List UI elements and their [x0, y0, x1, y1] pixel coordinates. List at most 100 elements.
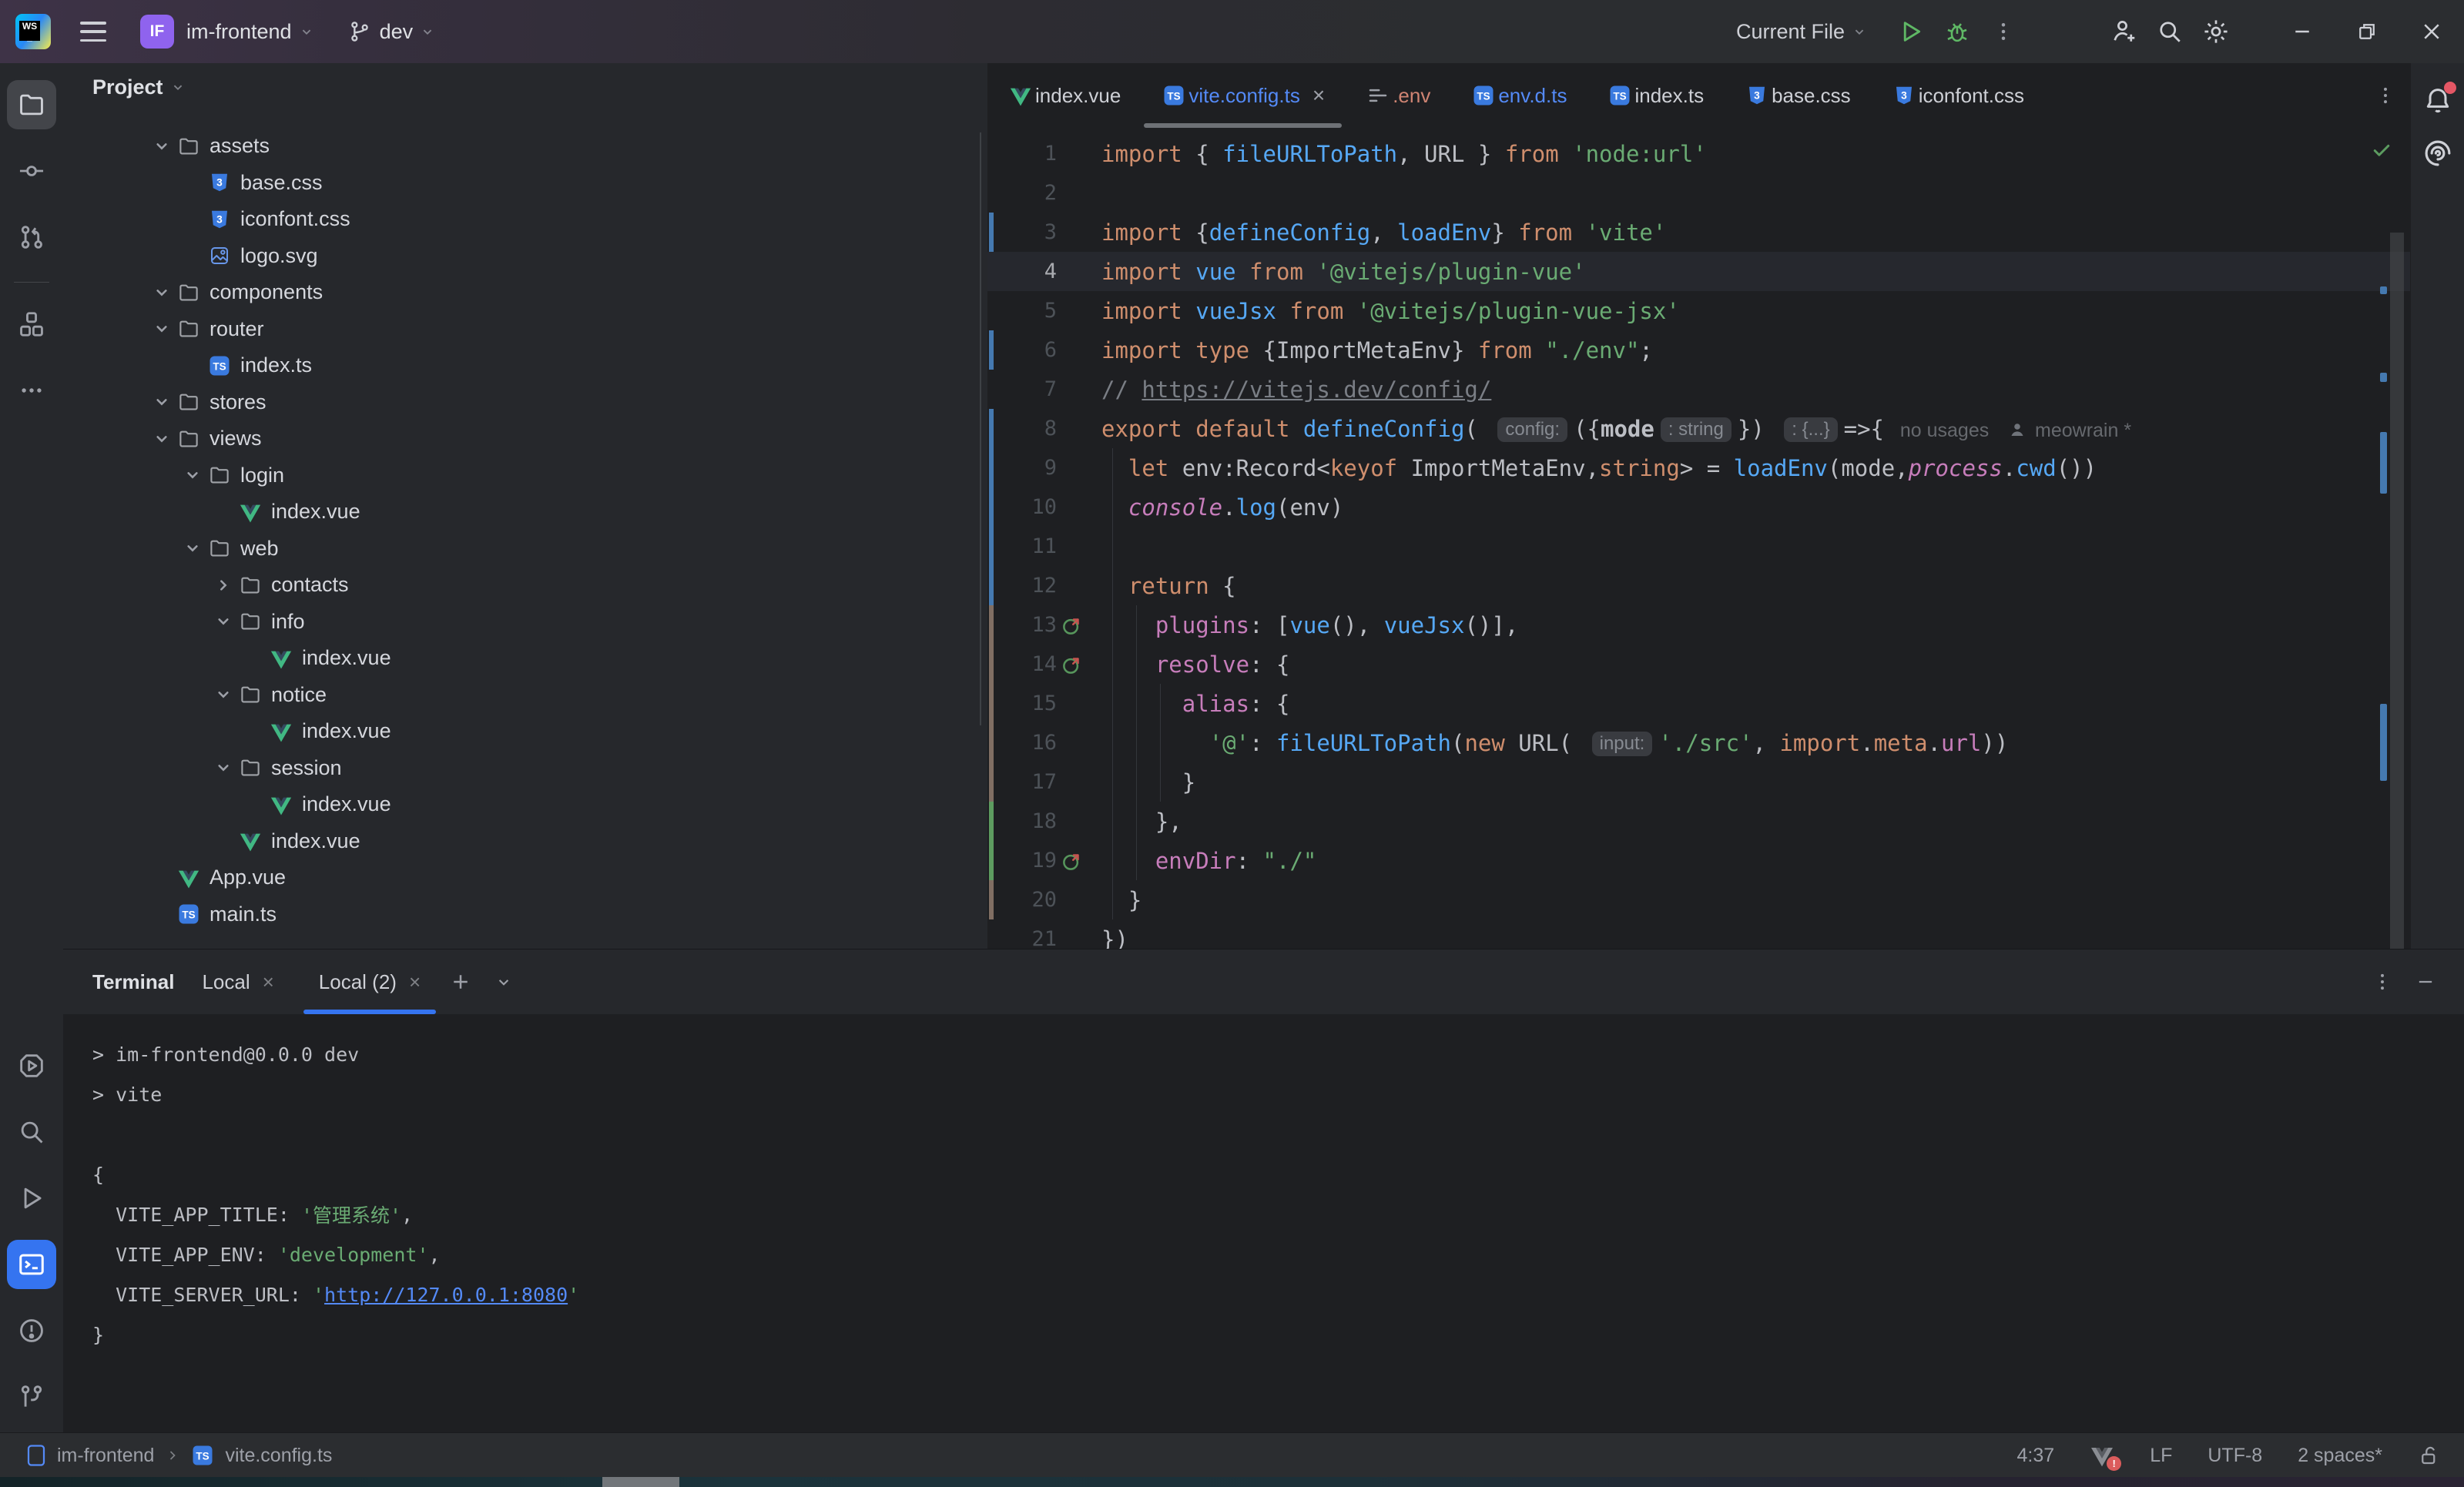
- chevron-down-icon[interactable]: [148, 134, 176, 159]
- code-line-15[interactable]: 15 alias: {: [987, 684, 2410, 723]
- code-line-18[interactable]: 18 },: [987, 802, 2410, 841]
- code-with-me-button[interactable]: [2100, 8, 2147, 55]
- commit-tool-button[interactable]: [7, 146, 56, 196]
- editor-tab-iconfont.css[interactable]: 3iconfont.css: [1871, 63, 2044, 128]
- tree-item-iconfont.css[interactable]: 3iconfont.css: [63, 201, 987, 238]
- code-line-13[interactable]: 13 plugins: [vue(), vueJsx()],: [987, 605, 2410, 645]
- tree-item-info[interactable]: info: [63, 604, 987, 641]
- tree-item-index.vue[interactable]: index.vue: [63, 786, 987, 823]
- run-button[interactable]: [1888, 8, 1934, 55]
- run-configuration-selector[interactable]: Current File: [1736, 20, 1868, 44]
- caret-position-widget[interactable]: 4:37: [2017, 1445, 2055, 1467]
- version-control-tool-button[interactable]: [7, 1372, 56, 1422]
- code-line-19[interactable]: 19 envDir: "./": [987, 841, 2410, 880]
- close-tab-icon[interactable]: ×: [1312, 85, 1325, 106]
- structure-tool-button[interactable]: [7, 300, 56, 349]
- code-line-9[interactable]: 9 let env:Record<keyof ImportMetaEnv,str…: [987, 448, 2410, 487]
- code-line-2[interactable]: 2: [987, 173, 2410, 213]
- project-widget[interactable]: im-frontend: [174, 20, 315, 44]
- editor-tab-env.d.ts[interactable]: TSenv.d.ts: [1450, 63, 1587, 128]
- vue-status-widget[interactable]: !: [2090, 1443, 2114, 1468]
- chevron-right-icon[interactable]: [210, 573, 237, 598]
- more-actions-button[interactable]: [1980, 8, 2027, 55]
- tree-item-session[interactable]: session: [63, 750, 987, 787]
- editor-tab-index.vue[interactable]: index.vue: [987, 63, 1141, 128]
- code-line-17[interactable]: 17 }: [987, 762, 2410, 802]
- find-tool-button[interactable]: [7, 1107, 56, 1157]
- problems-tool-button[interactable]: [7, 1306, 56, 1355]
- tree-item-contacts[interactable]: contacts: [63, 567, 987, 604]
- code-editor[interactable]: 1import { fileURLToPath, URL } from 'nod…: [987, 128, 2410, 955]
- vcs-change-marker[interactable]: [989, 605, 994, 645]
- unlock-icon[interactable]: [2418, 1444, 2441, 1467]
- restore-window-button[interactable]: [2335, 0, 2399, 63]
- breadcrumb-file[interactable]: vite.config.ts: [225, 1445, 332, 1467]
- code-line-14[interactable]: 14 resolve: {: [987, 645, 2410, 684]
- vcs-change-marker[interactable]: [989, 802, 994, 841]
- tree-item-views[interactable]: views: [63, 420, 987, 457]
- project-panel-header[interactable]: Project: [63, 63, 987, 111]
- code-line-6[interactable]: 6import type {ImportMetaEnv} from "./env…: [987, 330, 2410, 370]
- indent-widget[interactable]: 2 spaces*: [2298, 1445, 2382, 1467]
- debug-button[interactable]: [1934, 8, 1980, 55]
- ai-assistant-button[interactable]: [2422, 137, 2454, 169]
- close-window-button[interactable]: [2399, 0, 2464, 63]
- tree-item-components[interactable]: components: [63, 274, 987, 311]
- code-line-5[interactable]: 5import vueJsx from '@vitejs/plugin-vue-…: [987, 291, 2410, 330]
- breadcrumb-project[interactable]: im-frontend: [57, 1445, 154, 1467]
- terminal-output[interactable]: > im-frontend@0.0.0 dev> vite{ VITE_APP_…: [63, 1014, 2464, 1355]
- code-line-3[interactable]: 3import {defineConfig, loadEnv} from 'vi…: [987, 213, 2410, 252]
- code-line-1[interactable]: 1import { fileURLToPath, URL } from 'nod…: [987, 134, 2410, 173]
- more-tool-windows-button[interactable]: [7, 366, 56, 415]
- chevron-down-icon[interactable]: [179, 463, 206, 487]
- tree-item-stores[interactable]: stores: [63, 384, 987, 421]
- chevron-down-icon[interactable]: [148, 316, 176, 341]
- tree-item-index.ts[interactable]: TSindex.ts: [63, 347, 987, 384]
- close-tab-icon[interactable]: ×: [409, 970, 421, 994]
- main-menu-icon[interactable]: [80, 22, 106, 42]
- tree-item-index.vue[interactable]: index.vue: [63, 494, 987, 531]
- vcs-change-marker[interactable]: [989, 645, 994, 684]
- terminal-options-button[interactable]: [2362, 962, 2402, 1002]
- editor-tab-vite.config.ts[interactable]: TSvite.config.ts×: [1141, 63, 1345, 128]
- vcs-change-marker[interactable]: [989, 762, 994, 802]
- terminal-tool-button[interactable]: [7, 1240, 56, 1289]
- chevron-down-icon[interactable]: [148, 427, 176, 451]
- vcs-widget[interactable]: dev: [347, 19, 437, 44]
- vcs-change-marker[interactable]: [989, 684, 994, 723]
- overwritten-property-gutter-icon[interactable]: [1057, 614, 1088, 637]
- vcs-change-marker[interactable]: [989, 487, 994, 527]
- terminal-tab-Local[interactable]: Local×: [185, 949, 290, 1014]
- vcs-change-marker[interactable]: [989, 330, 994, 370]
- tree-item-index.vue[interactable]: index.vue: [63, 713, 987, 750]
- search-everywhere-button[interactable]: [2147, 8, 2193, 55]
- notifications-button[interactable]: [2422, 85, 2453, 116]
- tree-item-index.vue[interactable]: index.vue: [63, 640, 987, 677]
- vcs-change-marker[interactable]: [989, 448, 994, 487]
- chevron-down-icon[interactable]: [148, 390, 176, 414]
- tree-item-App.vue[interactable]: App.vue: [63, 859, 987, 896]
- close-tab-icon[interactable]: ×: [263, 970, 274, 994]
- tree-item-web[interactable]: web: [63, 531, 987, 568]
- tree-item-index.vue[interactable]: index.vue: [63, 823, 987, 860]
- pull-requests-tool-button[interactable]: [7, 213, 56, 262]
- terminal-session-dropdown[interactable]: [484, 962, 524, 1002]
- code-line-16[interactable]: 16 '@': fileURLToPath(new URL( input:'./…: [987, 723, 2410, 762]
- tree-item-notice[interactable]: notice: [63, 677, 987, 714]
- code-line-4[interactable]: 4import vue from '@vitejs/plugin-vue': [987, 252, 2410, 291]
- hide-terminal-button[interactable]: [2405, 962, 2446, 1002]
- tree-item-logo.svg[interactable]: logo.svg: [63, 238, 987, 275]
- editor-tab-index.ts[interactable]: TSindex.ts: [1587, 63, 1724, 128]
- project-scrollbar[interactable]: [980, 132, 981, 725]
- code-line-12[interactable]: 12 return {: [987, 566, 2410, 605]
- vcs-change-marker[interactable]: [989, 409, 994, 448]
- tree-item-login[interactable]: login: [63, 457, 987, 494]
- code-line-7[interactable]: 7// https://vitejs.dev/config/: [987, 370, 2410, 409]
- services-tool-button[interactable]: [7, 1041, 56, 1090]
- vcs-change-marker[interactable]: [989, 566, 994, 605]
- new-terminal-session-button[interactable]: [441, 962, 481, 1002]
- project-tool-button[interactable]: [7, 80, 56, 129]
- editor-tab-.env[interactable]: .env: [1345, 63, 1450, 128]
- code-line-10[interactable]: 10 console.log(env): [987, 487, 2410, 527]
- chevron-down-icon[interactable]: [210, 755, 237, 780]
